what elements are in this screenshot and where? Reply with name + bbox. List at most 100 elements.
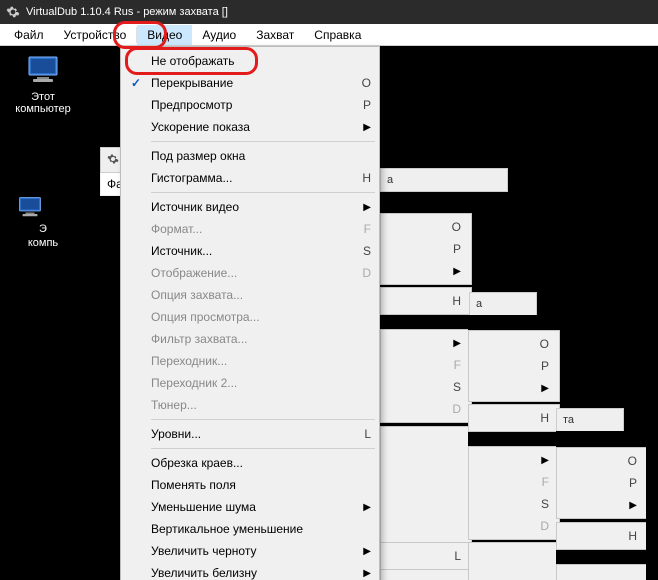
desk-frag-line2: компь (18, 237, 68, 249)
menu-fragment-r2-2: H (468, 404, 560, 432)
chevron-right-icon: ▶ (629, 500, 637, 511)
menu-item[interactable]: Увеличить белизну▶ (123, 562, 377, 580)
menu-item-fragment: O (469, 333, 559, 355)
menu-item-accel: D (362, 266, 371, 280)
menu-item-fragment: F (469, 471, 559, 493)
menu-item-fragment: P (381, 238, 471, 260)
menu-separator (151, 141, 375, 142)
menu-item-fragment: L (381, 545, 471, 567)
menu-item-fragment: P (557, 472, 647, 494)
fragment-black-6 (556, 431, 658, 448)
menu-item[interactable]: Не отображать (123, 50, 377, 72)
computer-icon-fragment (14, 196, 46, 220)
menu-item[interactable]: Уровни...L (123, 423, 377, 445)
menu-item[interactable]: Ускорение показа ▶ (123, 116, 377, 138)
fragment-title-text-2: а (476, 298, 482, 310)
menu-item-label: Гистограмма... (151, 171, 362, 185)
menu-item-fragment: F (381, 354, 471, 376)
desktop-icon-label-1: Этот (8, 91, 78, 103)
menu-item[interactable]: Источник...S (123, 240, 377, 262)
chevron-right-icon: ▶ (541, 455, 549, 466)
menu-fragment-r2-3: ▶FSD (468, 446, 560, 540)
menu-help[interactable]: Справка (304, 25, 371, 45)
fragment-black-6b (556, 549, 658, 565)
fragment-black-3 (468, 315, 558, 331)
menu-video[interactable]: Видео (137, 25, 192, 45)
menu-item-label: Обрезка краев... (151, 456, 371, 470)
menu-item-fragment: P (469, 355, 559, 377)
chevron-right-icon: ▶ (363, 122, 371, 133)
chevron-right-icon: ▶ (363, 202, 371, 213)
menu-item-fragment: ▶ (381, 332, 471, 354)
menu-item-fragment: S (381, 376, 471, 398)
menu-fragment-r3-1: OP▶ (556, 447, 648, 519)
menubar: Файл Устройство Видео Аудио Захват Справ… (0, 24, 658, 46)
check-icon: ✓ (129, 76, 143, 90)
menu-item-label: Не отображать (151, 54, 371, 68)
menu-fragment-r3-3 (556, 564, 648, 580)
menu-item[interactable]: ПредпросмотрP (123, 94, 377, 116)
menu-item-label: Уровни... (151, 427, 364, 441)
menu-item-accel: P (363, 98, 371, 112)
menu-item-label: Отображение... (151, 266, 362, 280)
menu-item: Отображение...D (123, 262, 377, 284)
menu-item-label: Ускорение показа (151, 120, 355, 134)
menu-item-accel: O (362, 76, 371, 90)
desktop-icon-this-pc[interactable]: Этот компьютер (8, 55, 78, 115)
chevron-right-icon: ▶ (363, 546, 371, 557)
menu-item: Переходник... (123, 350, 377, 372)
menu-item: Тюнер... (123, 394, 377, 416)
gear-icon (107, 153, 119, 168)
menu-audio[interactable]: Аудио (192, 25, 246, 45)
menu-item-accel: S (363, 244, 371, 258)
menu-item[interactable]: Источник видео ▶ (123, 196, 377, 218)
menu-item-fragment: ▶ (381, 260, 471, 282)
menu-fragment-r2-1: OP ▶ (468, 330, 560, 402)
menu-item-label: Формат... (151, 222, 364, 236)
menu-file[interactable]: Файл (4, 25, 54, 45)
menu-item[interactable]: Обрезка краев... (123, 452, 377, 474)
menu-item-accel: F (364, 222, 371, 236)
menu-item: Переходник 2... (123, 372, 377, 394)
menu-item-label: Источник видео (151, 200, 355, 214)
menu-item[interactable]: Вертикальное уменьшение (123, 518, 377, 540)
menu-item-label: Под размер окна (151, 149, 371, 163)
menu-item-fragment: O (381, 216, 471, 238)
menu-item[interactable]: Уменьшение шума▶ (123, 496, 377, 518)
menu-item[interactable]: Увеличить черноту ▶ (123, 540, 377, 562)
menu-item: Опция просмотра... (123, 306, 377, 328)
fragment-titlebar-2: а (469, 292, 537, 316)
chevron-right-icon: ▶ (363, 502, 371, 513)
menu-item-label: Тюнер... (151, 398, 371, 412)
menu-fragment-r3-2: H (556, 522, 648, 550)
menu-separator (151, 448, 375, 449)
desktop-icon-fragment: Э компь (18, 223, 68, 249)
fragment-black-4 (556, 293, 658, 409)
menu-item-label: Переходник... (151, 354, 371, 368)
menu-separator (151, 419, 375, 420)
menu-item[interactable]: Под размер окна (123, 145, 377, 167)
menu-item-label: Предпросмотр (151, 98, 363, 112)
video-dropdown-menu: Не отображать ✓ ПерекрываниеO ПредпросмотрP… (120, 46, 380, 580)
menu-item[interactable]: Гистограмма...H (123, 167, 377, 189)
menu-capture[interactable]: Захват (246, 25, 304, 45)
menu-item-fragment: H (557, 525, 647, 547)
menu-item[interactable]: ✓ ПерекрываниеO (123, 72, 377, 94)
menu-item-fragment: H (381, 290, 471, 312)
computer-icon (23, 55, 63, 87)
fragment-black-7 (646, 410, 658, 580)
fragment-titlebar-3: та (556, 408, 624, 432)
menu-item-label: Увеличить черноту (151, 544, 355, 558)
fragment-black-2 (468, 214, 658, 293)
fragment-black-0 (380, 147, 658, 168)
menu-item[interactable]: Поменять поля (123, 474, 377, 496)
menu-item-fragment: D (381, 398, 471, 420)
menu-device[interactable]: Устройство (54, 25, 137, 45)
menu-fragment-4: L (380, 542, 472, 570)
chevron-right-icon: ▶ (541, 383, 549, 394)
menu-fragment-r2-4-bg (468, 542, 560, 580)
window-title: VirtualDub 1.10.4 Rus - режим захвата [] (26, 6, 228, 18)
desk-frag-line1: Э (18, 223, 68, 235)
menu-item-fragment: ▶ (557, 494, 647, 516)
menu-item-label: Перекрывание (151, 76, 362, 90)
